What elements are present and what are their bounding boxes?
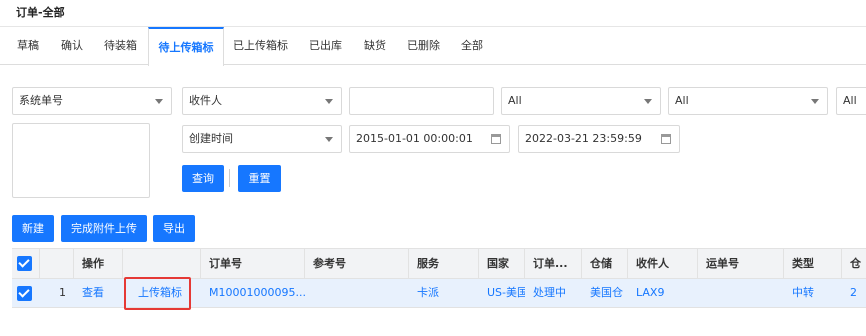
filter-select-3[interactable]: All [836,87,866,115]
filter-select-3-value: All [843,94,857,107]
date-type-select[interactable]: 创建时间 [182,125,342,153]
col-extra[interactable]: 仓 [842,249,866,278]
calendar-icon [661,134,671,144]
chevron-down-icon [811,99,819,104]
service: 卡派 [417,286,439,299]
filter-select-1[interactable]: All [501,87,661,115]
export-button[interactable]: 导出 [153,215,195,242]
order-numbers-textarea[interactable] [12,123,150,198]
recipient: LAX9 [636,286,665,299]
ref-no [305,279,409,307]
col-recipient[interactable]: 收件人 [628,249,698,278]
col-service[interactable]: 服务 [409,249,479,278]
col-country[interactable]: 国家 [479,249,525,278]
calendar-icon [491,134,501,144]
col-ref-no[interactable]: 参考号 [305,249,409,278]
search-type-select[interactable]: 系统单号 [12,87,172,115]
chevron-down-icon [325,137,333,142]
tab-draft[interactable]: 草稿 [17,27,39,65]
date-type-value: 创建时间 [189,132,233,145]
complete-attachment-upload-button[interactable]: 完成附件上传 [61,215,147,242]
upload-label-highlight [124,277,191,310]
date-end-input[interactable]: 2022-03-21 23:59:59 [518,125,680,153]
date-start-value: 2015-01-01 00:00:01 [356,132,473,145]
recipient-type-value: 收件人 [189,94,222,107]
filter-select-2[interactable]: All [668,87,828,115]
tab-to-pack[interactable]: 待装箱 [104,27,137,65]
filter-select-1-value: All [508,94,522,107]
chevron-down-icon [644,99,652,104]
recipient-input[interactable] [349,87,494,115]
extra: 2 [850,286,857,299]
col-actions: 操作 [74,249,123,278]
chevron-down-icon [325,99,333,104]
select-all-checkbox[interactable] [17,256,32,271]
date-end-value: 2022-03-21 23:59:59 [525,132,642,145]
new-button[interactable]: 新建 [12,215,54,242]
filter-select-2-value: All [675,94,689,107]
col-index [40,249,74,278]
col-type[interactable]: 类型 [784,249,842,278]
order-status: 处理中 [533,286,566,299]
reset-button[interactable]: 重置 [238,165,281,192]
tab-all[interactable]: 全部 [461,27,483,65]
table-header: 操作 订单号 参考号 服务 国家 订单... 仓储 收件人 运单号 类型 仓 [12,248,866,279]
country: US-美国 [487,286,525,299]
col-upload [123,249,201,278]
tab-shipped[interactable]: 已出库 [309,27,342,65]
tab-deleted[interactable]: 已删除 [407,27,440,65]
col-order-no[interactable]: 订单号 [201,249,305,278]
col-warehouse[interactable]: 仓储 [582,249,628,278]
chevron-down-icon [155,99,163,104]
select-all-cell [12,249,40,278]
date-start-input[interactable]: 2015-01-01 00:00:01 [349,125,510,153]
tab-confirmed[interactable]: 确认 [61,27,83,65]
page-title: 订单-全部 [16,6,65,19]
col-waybill[interactable]: 运单号 [698,249,784,278]
search-type-value: 系统单号 [19,94,63,107]
query-button[interactable]: 查询 [182,165,224,192]
tab-out-of-stock[interactable]: 缺货 [364,27,386,65]
col-order-status[interactable]: 订单... [525,249,582,278]
row-select-cell [12,279,40,307]
tab-pending-label-upload[interactable]: 待上传箱标 [148,27,224,66]
recipient-type-select[interactable]: 收件人 [182,87,342,115]
warehouse: 美国仓 [590,286,623,299]
button-separator [229,169,230,187]
waybill [698,279,784,307]
order-no-link[interactable]: M10001000095... [201,279,305,307]
tab-label-uploaded[interactable]: 已上传箱标 [233,27,288,65]
view-link[interactable]: 查看 [74,279,123,307]
status-tabs: 草稿 确认 待装箱 待上传箱标 已上传箱标 已出库 缺货 已删除 全部 [0,27,866,66]
row-checkbox[interactable] [17,286,32,301]
type: 中转 [792,286,814,299]
row-index: 1 [59,286,66,299]
